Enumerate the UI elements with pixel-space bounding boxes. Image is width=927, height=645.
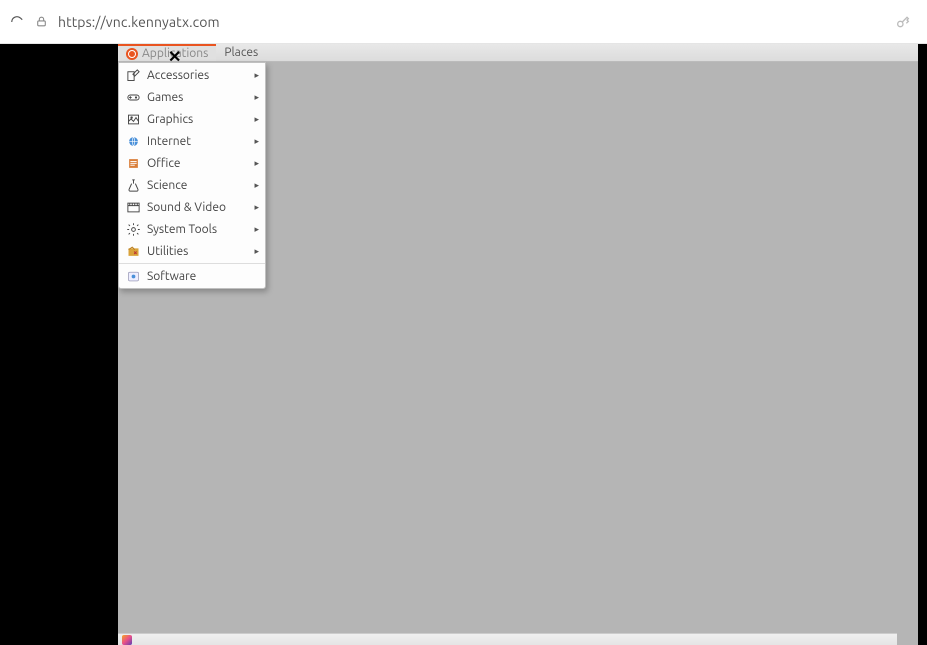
chevron-right-icon: ▸ (254, 92, 259, 103)
address-bar[interactable]: https://vnc.kennyatx.com (58, 14, 885, 30)
menu-separator (119, 263, 265, 264)
chevron-right-icon: ▸ (254, 246, 259, 257)
games-icon (125, 89, 141, 105)
accessories-icon (125, 67, 141, 83)
panel-applications-label: Applications (142, 47, 208, 60)
chevron-right-icon: ▸ (254, 224, 259, 235)
top-panel: Applications Places ✕ (118, 44, 918, 62)
menu-internet[interactable]: Internet ▸ (119, 130, 265, 152)
page-viewport: Applications Places ✕ Accessories ▸ Game… (0, 44, 927, 645)
science-icon (125, 177, 141, 193)
chevron-right-icon: ▸ (254, 180, 259, 191)
menu-label: Utilities (147, 245, 248, 258)
menu-label: Software (147, 270, 259, 283)
menu-label: Science (147, 179, 248, 192)
ubuntu-logo-icon (126, 48, 138, 60)
chevron-right-icon: ▸ (254, 202, 259, 213)
software-icon (125, 268, 141, 284)
chevron-right-icon: ▸ (254, 70, 259, 81)
chevron-right-icon: ▸ (254, 136, 259, 147)
office-icon (125, 155, 141, 171)
menu-utilities[interactable]: Utilities ▸ (119, 240, 265, 262)
internet-icon (125, 133, 141, 149)
tray-app-icon[interactable] (122, 635, 132, 645)
menu-office[interactable]: Office ▸ (119, 152, 265, 174)
graphics-icon (125, 111, 141, 127)
panel-places-label: Places (224, 46, 258, 59)
menu-accessories[interactable]: Accessories ▸ (119, 64, 265, 86)
menu-label: Internet (147, 135, 248, 148)
menu-label: Games (147, 91, 248, 104)
utilities-icon (125, 243, 141, 259)
refresh-icon[interactable] (10, 15, 24, 29)
bottom-taskbar (118, 633, 897, 645)
chevron-right-icon: ▸ (254, 114, 259, 125)
panel-places[interactable]: Places (216, 44, 266, 61)
menu-system-tools[interactable]: System Tools ▸ (119, 218, 265, 240)
browser-toolbar: https://vnc.kennyatx.com (0, 0, 927, 44)
menu-label: Office (147, 157, 248, 170)
password-key-icon[interactable] (895, 14, 911, 30)
sound-video-icon (125, 199, 141, 215)
menu-games[interactable]: Games ▸ (119, 86, 265, 108)
applications-menu: Accessories ▸ Games ▸ Graphics ▸ (118, 62, 266, 289)
menu-software[interactable]: Software (119, 265, 265, 287)
menu-sound-video[interactable]: Sound & Video ▸ (119, 196, 265, 218)
menu-science[interactable]: Science ▸ (119, 174, 265, 196)
remote-desktop[interactable]: Applications Places ✕ Accessories ▸ Game… (118, 44, 918, 645)
system-tools-icon (125, 221, 141, 237)
chevron-right-icon: ▸ (254, 158, 259, 169)
menu-label: Accessories (147, 69, 248, 82)
menu-label: Graphics (147, 113, 248, 126)
menu-label: Sound & Video (147, 201, 248, 214)
menu-graphics[interactable]: Graphics ▸ (119, 108, 265, 130)
lock-icon (34, 15, 48, 29)
menu-label: System Tools (147, 223, 248, 236)
panel-applications[interactable]: Applications (118, 44, 216, 61)
